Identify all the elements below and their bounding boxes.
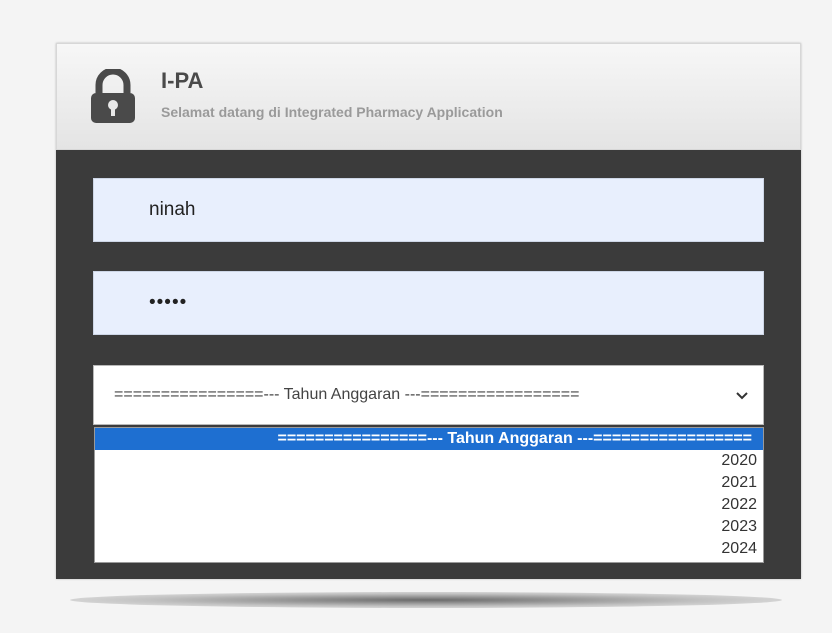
app-title: I-PA [161, 68, 204, 93]
login-header: I-PA Selamat datang di Integrated Pharma… [56, 43, 801, 150]
username-input[interactable]: ninah [93, 178, 764, 242]
year-dropdown-list: ================--- Tahun Anggaran ---==… [94, 427, 764, 563]
year-option-2023[interactable]: 2023 [95, 516, 763, 538]
lock-icon [91, 69, 135, 123]
app-subtitle: Selamat datang di Integrated Pharmacy Ap… [161, 104, 503, 120]
year-option-2021[interactable]: 2021 [95, 472, 763, 494]
password-input[interactable]: ••••• [93, 271, 764, 335]
year-select[interactable]: ================--- Tahun Anggaran ---==… [93, 365, 764, 425]
year-option-2024[interactable]: 2024 [95, 538, 763, 560]
year-option-2020[interactable]: 2020 [95, 450, 763, 472]
login-card: I-PA Selamat datang di Integrated Pharma… [56, 43, 801, 579]
chevron-down-icon [736, 392, 748, 400]
card-shadow [70, 592, 782, 608]
year-option-placeholder[interactable]: ================--- Tahun Anggaran ---==… [95, 428, 763, 450]
year-option-2022[interactable]: 2022 [95, 494, 763, 516]
year-select-value: ================--- Tahun Anggaran ---==… [114, 386, 580, 403]
